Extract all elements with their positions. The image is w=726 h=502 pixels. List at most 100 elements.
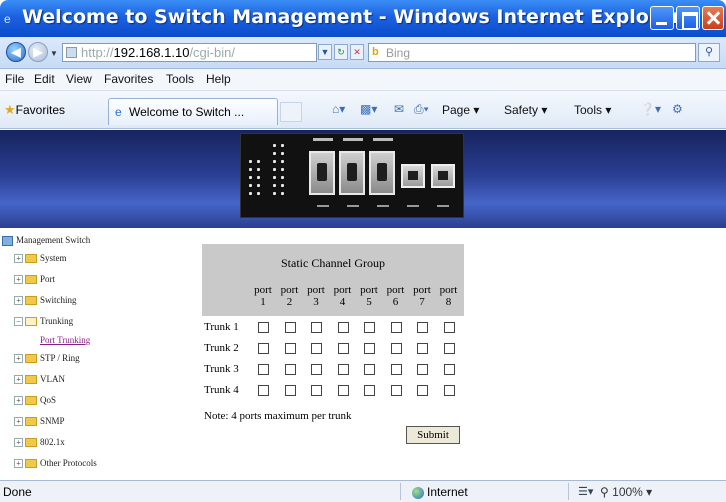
expand-icon[interactable]: + xyxy=(14,396,23,406)
menu-edit[interactable]: Edit xyxy=(34,72,55,86)
help-icon[interactable]: ❔▾ xyxy=(640,102,661,116)
trunk-port-checkbox[interactable] xyxy=(337,364,349,375)
trunk-label: Trunk 2 xyxy=(204,342,239,354)
trunk-port-checkbox[interactable] xyxy=(284,385,296,396)
trunk-port-checkbox[interactable] xyxy=(258,364,269,375)
tree-item-label: Trunking xyxy=(40,316,74,326)
menu-help[interactable]: Help xyxy=(206,72,231,86)
expand-icon[interactable]: + xyxy=(14,254,23,264)
expand-icon[interactable]: + xyxy=(14,275,23,285)
expand-icon[interactable]: + xyxy=(14,375,23,385)
tree-item-port[interactable]: + Port xyxy=(14,274,55,285)
trunk-port-checkbox[interactable] xyxy=(443,343,455,354)
trunk-port-checkbox[interactable] xyxy=(337,343,349,354)
port-number: 1 xyxy=(260,296,266,308)
home-icon[interactable]: ⌂▾ xyxy=(332,102,345,116)
address-dropdown-icon[interactable]: ▼ xyxy=(318,44,332,60)
trunk-port-checkbox[interactable] xyxy=(364,343,375,354)
history-dropdown-icon[interactable]: ▼ xyxy=(50,49,58,58)
trunk-port-checkbox[interactable] xyxy=(258,322,269,333)
trunk-port-checkbox[interactable] xyxy=(390,364,402,375)
trunk-port-checkbox[interactable] xyxy=(443,322,455,333)
tab-title: Welcome to Switch ... xyxy=(129,105,245,119)
tree-item-other-protocols[interactable]: + Other Protocols xyxy=(14,458,97,469)
zoom-control[interactable]: ⚲ 100% ▾ xyxy=(600,485,652,499)
menu-page[interactable]: Page ▾ xyxy=(442,103,479,117)
trunk-port-checkbox[interactable] xyxy=(443,385,455,396)
protected-mode-icon[interactable]: ☰▾ xyxy=(578,485,593,498)
trunk-port-checkbox[interactable] xyxy=(337,385,349,396)
tree-link-port-trunking[interactable]: Port Trunking xyxy=(40,335,90,345)
menu-file[interactable]: File xyxy=(5,72,24,86)
folder-icon xyxy=(25,417,37,427)
trunk-port-checkbox[interactable] xyxy=(417,385,428,396)
tree-item-trunking[interactable]: − Trunking xyxy=(14,316,74,327)
research-icon[interactable]: ⚙ xyxy=(672,102,683,116)
collapse-icon[interactable]: − xyxy=(14,317,23,327)
trunk-port-checkbox[interactable] xyxy=(364,364,375,375)
back-button[interactable]: ◀ xyxy=(6,42,26,62)
feeds-icon[interactable]: ▩▾ xyxy=(360,102,377,116)
mail-icon[interactable]: ✉ xyxy=(394,102,404,116)
new-tab-button[interactable] xyxy=(280,102,302,122)
trunk-port-checkbox[interactable] xyxy=(443,364,455,375)
security-zone[interactable]: Internet xyxy=(412,485,468,499)
switch-panel-image xyxy=(240,133,464,218)
maximize-button[interactable] xyxy=(676,6,700,30)
trunk-port-checkbox[interactable] xyxy=(390,322,402,333)
expand-icon[interactable]: + xyxy=(14,459,23,469)
trunk-port-checkbox[interactable] xyxy=(390,343,402,354)
tree-item-snmp[interactable]: + SNMP xyxy=(14,416,65,427)
tree-root[interactable]: Management Switch xyxy=(2,235,90,246)
expand-icon[interactable]: + xyxy=(14,296,23,306)
search-input[interactable]: b Bing xyxy=(368,43,696,62)
port-number: 3 xyxy=(313,296,319,308)
tree-item-system[interactable]: + System xyxy=(14,253,67,264)
trunk-port-checkbox[interactable] xyxy=(311,343,322,354)
trunk-port-checkbox[interactable] xyxy=(417,364,428,375)
window-title-bar[interactable]: e Welcome to Switch Management - Windows… xyxy=(0,0,726,37)
menu-favorites[interactable]: Favorites xyxy=(104,72,153,86)
forward-button[interactable]: ▶ xyxy=(28,42,48,62)
trunk-port-checkbox[interactable] xyxy=(311,385,322,396)
tab-welcome[interactable]: e Welcome to Switch ... xyxy=(108,98,278,125)
stop-icon[interactable]: ✕ xyxy=(350,44,364,60)
expand-icon[interactable]: + xyxy=(14,438,23,448)
trunk-port-checkbox[interactable] xyxy=(311,364,322,375)
tree-item-label: QoS xyxy=(40,395,57,405)
favorites-button[interactable]: ★Favorites xyxy=(4,102,65,118)
tree-item-stp-ring[interactable]: + STP / Ring xyxy=(14,353,80,364)
refresh-icon[interactable]: ↻ xyxy=(334,44,348,60)
tree-item-switching[interactable]: + Switching xyxy=(14,295,77,306)
submit-button[interactable]: Submit xyxy=(406,426,460,444)
trunk-port-checkbox[interactable] xyxy=(417,343,428,354)
tree-item-8021x[interactable]: +802.1x xyxy=(14,437,65,448)
menu-tools[interactable]: Tools xyxy=(166,72,194,86)
address-bar[interactable]: http://192.168.1.10/cgi-bin/ xyxy=(62,43,317,62)
expand-icon[interactable]: + xyxy=(14,417,23,427)
trunk-port-checkbox[interactable] xyxy=(284,322,296,333)
trunk-port-checkbox[interactable] xyxy=(284,343,296,354)
trunk-port-checkbox[interactable] xyxy=(311,322,322,333)
trunk-port-checkbox[interactable] xyxy=(390,385,402,396)
page-label: Page xyxy=(442,103,471,117)
url-path: /cgi-bin/ xyxy=(189,45,235,60)
trunk-port-checkbox[interactable] xyxy=(364,322,375,333)
trunk-port-checkbox[interactable] xyxy=(364,385,375,396)
menu-tools-cmd[interactable]: Tools ▾ xyxy=(574,103,611,117)
expand-icon[interactable]: + xyxy=(14,354,23,364)
trunk-port-checkbox[interactable] xyxy=(258,343,269,354)
trunk-port-checkbox[interactable] xyxy=(258,385,269,396)
print-icon[interactable]: ⎙▾ xyxy=(414,102,429,117)
tree-item-qos[interactable]: + QoS xyxy=(14,395,57,406)
trunk-port-checkbox[interactable] xyxy=(284,364,296,375)
trunk-port-checkbox[interactable] xyxy=(417,322,428,333)
search-icon[interactable]: ⚲ xyxy=(698,43,720,62)
minimize-button[interactable] xyxy=(650,6,674,30)
trunk-port-checkbox[interactable] xyxy=(337,322,349,333)
trunk-label: Trunk 4 xyxy=(204,384,239,396)
menu-view[interactable]: View xyxy=(66,72,92,86)
menu-safety[interactable]: Safety ▾ xyxy=(504,103,547,117)
close-button[interactable] xyxy=(702,6,724,30)
tree-item-vlan[interactable]: + VLAN xyxy=(14,374,65,385)
